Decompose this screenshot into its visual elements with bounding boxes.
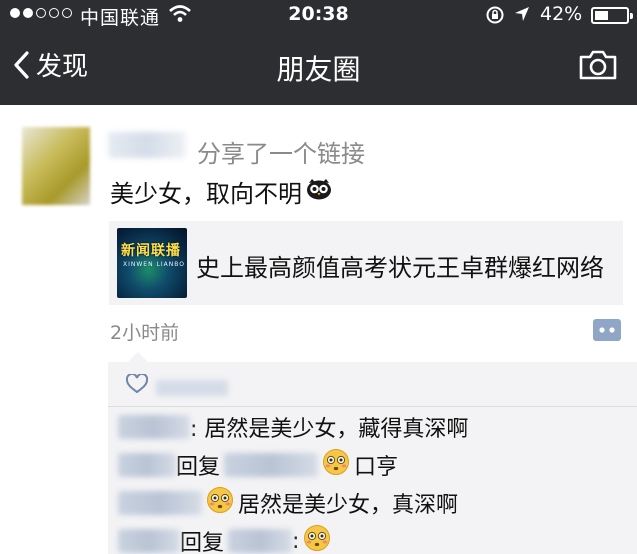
commenter-name-blurred[interactable] <box>118 491 202 515</box>
rotation-lock-icon <box>485 5 505 30</box>
battery-fill <box>595 11 608 20</box>
post-text-content: 美少女，取向不明 <box>110 180 302 208</box>
comment-row[interactable]: 居然是美少女，真深啊 <box>118 486 458 520</box>
thumbnail-logo-text: 新闻联播 <box>121 243 181 259</box>
heart-icon <box>125 372 149 398</box>
reply-target-blurred[interactable] <box>224 453 319 477</box>
top-bar: 中国联通 20:38 42% 发现 朋友圈 <box>0 0 637 105</box>
reply-target-blurred[interactable] <box>228 529 293 553</box>
post-text: 美少女，取向不明 <box>110 174 332 209</box>
comment-dots-icon <box>593 319 621 341</box>
back-label: 发现 <box>36 52 89 82</box>
commenter-name-blurred[interactable] <box>118 415 190 439</box>
divider <box>108 406 637 407</box>
comment-row[interactable]: 回复 口亨 <box>118 448 398 482</box>
nav-bar: 发现 朋友圈 <box>0 32 637 105</box>
comment-text: : 居然是美少女，藏得真深啊 <box>190 417 469 442</box>
status-bar: 中国联通 20:38 42% <box>0 0 637 30</box>
flushed-face-emoji-icon <box>206 486 234 520</box>
owl-emoji-icon <box>306 178 332 206</box>
likes-comments-panel: : 居然是美少女，藏得真深啊 回复 口亨 居然是美少女，真深啊 回复: <box>108 352 637 554</box>
battery-icon <box>591 7 633 24</box>
liker-name-blurred[interactable] <box>156 380 228 396</box>
location-arrow-icon <box>513 5 531 28</box>
flushed-face-emoji-icon <box>303 524 331 554</box>
flushed-face-emoji-icon <box>322 448 350 482</box>
link-thumbnail: 新闻联播 XINWEN LIANBO <box>117 228 187 298</box>
comment-button[interactable] <box>593 319 621 345</box>
comment-text: : <box>292 528 300 554</box>
battery-percent: 42% <box>540 3 583 25</box>
reply-word: 回复 <box>180 531 225 554</box>
shared-link-card[interactable]: 新闻联播 XINWEN LIANBO 史上最高颜值高考状元王卓群爆红网络 <box>109 221 623 305</box>
post-timestamp: 2小时前 <box>110 322 180 344</box>
back-button[interactable]: 发现 <box>12 46 88 83</box>
avatar[interactable] <box>22 127 90 205</box>
reply-word: 回复 <box>176 455 221 480</box>
thumbnail-sub-text: XINWEN LIANBO <box>123 261 185 268</box>
chevron-left-icon <box>14 50 29 79</box>
share-action-text: 分享了一个链接 <box>197 140 365 168</box>
commenter-name-blurred[interactable] <box>118 529 180 553</box>
page-title: 朋友圈 <box>276 53 361 86</box>
comment-row[interactable]: 回复 : <box>118 524 335 554</box>
comment-row[interactable]: : 居然是美少女，藏得真深啊 <box>118 410 468 444</box>
comment-text: 居然是美少女，真深啊 <box>238 493 459 518</box>
link-title: 史上最高颜值高考状元王卓群爆红网络 <box>196 254 604 282</box>
comment-text: 口亨 <box>354 455 399 480</box>
camera-icon[interactable] <box>578 49 618 85</box>
commenter-name-blurred[interactable] <box>118 453 176 477</box>
moments-screen: 中国联通 20:38 42% 发现 朋友圈 分享了一个链接 美少女，取向不明 新… <box>0 0 637 554</box>
username-blurred[interactable] <box>108 132 186 158</box>
